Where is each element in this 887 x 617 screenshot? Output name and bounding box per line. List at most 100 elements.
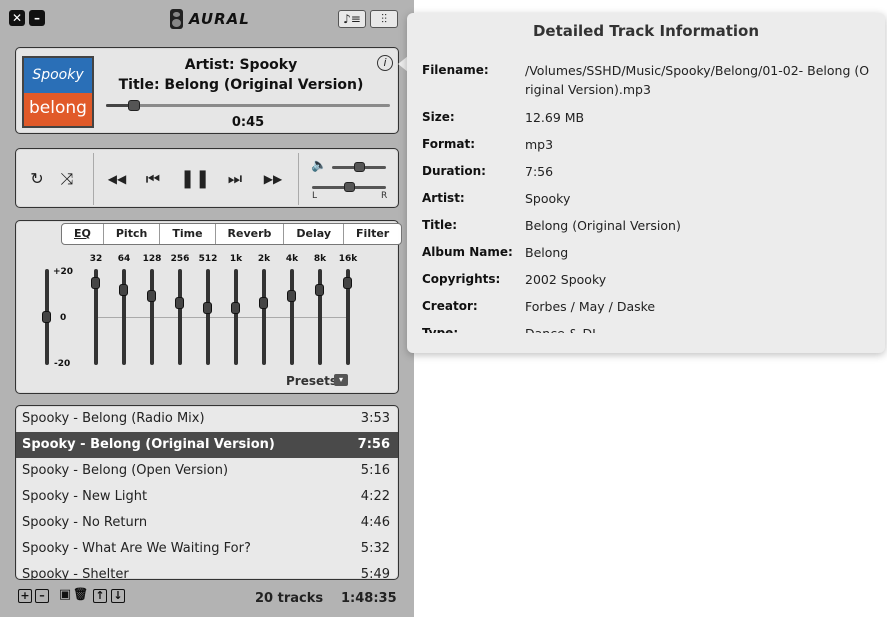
track-info-fields: Filename: /Volumes/SSHD/Music/Spooky/Belo… — [407, 61, 885, 333]
track-name: Spooky - Shelter — [22, 567, 129, 580]
elapsed-time: 0:45 — [231, 115, 265, 130]
eq-band-slider[interactable] — [343, 269, 352, 365]
balance-slider[interactable] — [312, 182, 386, 192]
playlist-row[interactable]: Spooky - Belong (Radio Mix) 3:53 — [16, 406, 398, 432]
track-duration: 3:53 — [360, 411, 390, 426]
effects-toggle-button[interactable]: ⫶⫶ — [370, 10, 398, 28]
previous-track-icon[interactable]: ⏮ — [140, 167, 166, 191]
rewind-icon[interactable]: ◀◀ — [104, 167, 130, 191]
eq-band-slider[interactable] — [287, 269, 296, 365]
presets-label: Presets — [286, 374, 338, 388]
eq-band-slider[interactable] — [147, 269, 156, 365]
track-name: Spooky - Belong (Original Version) — [22, 437, 275, 452]
eq-band-knob[interactable] — [259, 296, 268, 309]
fast-forward-icon[interactable]: ▶▶ — [260, 167, 286, 191]
album-art: Spooky belong — [22, 56, 94, 128]
preamp-zero-label: 0 — [60, 313, 67, 323]
eq-band-slider[interactable] — [175, 269, 184, 365]
eq-band-slider[interactable] — [259, 269, 268, 365]
app-title: AURAL — [170, 7, 250, 31]
tab-reverb[interactable]: Reverb — [216, 224, 285, 244]
add-tracks-icon[interactable]: + — [18, 589, 32, 603]
speaker-logo-icon — [170, 9, 183, 29]
eq-band-slider[interactable] — [231, 269, 240, 365]
playlist-panel: Spooky - Belong (Radio Mix) 3:53 Spooky - … — [15, 405, 399, 580]
playlist-row[interactable]: Spooky - Shelter 5:49 — [16, 562, 398, 580]
track-duration: 7:56 — [357, 437, 390, 452]
eq-band-knob[interactable] — [119, 284, 128, 297]
volume-icon[interactable]: 🔈 — [311, 158, 327, 173]
track-info-popover: Detailed Track Information Filename: /Vol… — [407, 13, 885, 353]
eq-band-label: 32 — [89, 254, 103, 264]
eq-band-label: 16k — [338, 254, 358, 264]
tab-filter[interactable]: Filter — [344, 224, 401, 244]
eq-zero-line — [96, 317, 348, 318]
seek-bar[interactable] — [106, 100, 390, 111]
presets-dropdown-button[interactable]: ▾ — [334, 374, 348, 386]
track-count: 20 tracks — [255, 591, 324, 606]
volume-knob[interactable] — [354, 162, 365, 172]
playlist-row[interactable]: Spooky - Belong (Open Version) 5:16 — [16, 458, 398, 484]
seek-knob[interactable] — [128, 100, 141, 111]
preamp-knob[interactable] — [42, 311, 51, 323]
info-field-value: 7:56 — [525, 164, 554, 179]
tab-eq[interactable]: EQ — [62, 224, 104, 244]
app-name: AURAL — [189, 10, 250, 28]
minimize-button[interactable]: – — [29, 10, 45, 26]
eq-band-label: 512 — [198, 254, 218, 264]
tab-pitch[interactable]: Pitch — [104, 224, 161, 244]
info-field-label: Title: — [422, 218, 458, 232]
track-duration: 5:32 — [360, 541, 390, 556]
remove-tracks-icon[interactable]: – — [35, 589, 49, 603]
eq-band-knob[interactable] — [147, 289, 156, 302]
preamp-slider[interactable] — [42, 269, 51, 365]
move-up-icon[interactable]: ↑ — [93, 589, 107, 603]
info-field-label: Type: — [422, 326, 459, 333]
info-field-value: mp3 — [525, 137, 554, 152]
playlist-row[interactable]: Spooky - No Return 4:46 — [16, 510, 398, 536]
eq-band-slider[interactable] — [91, 269, 100, 365]
playlist-row[interactable]: Spooky - What Are We Waiting For? 5:32 — [16, 536, 398, 562]
close-button[interactable]: ✕ — [9, 10, 25, 26]
eq-band-slider[interactable] — [119, 269, 128, 365]
eq-band-knob[interactable] — [287, 289, 296, 302]
playlist-row[interactable]: Spooky - Belong (Original Version) 7:56 — [16, 432, 398, 458]
eq-band-knob[interactable] — [175, 296, 184, 309]
tab-time[interactable]: Time — [160, 224, 216, 244]
info-field-value: /Volumes/SSHD/Music/Spooky/Belong/01-02-… — [525, 63, 870, 97]
now-playing-artist: Artist: Spooky — [184, 57, 298, 73]
eq-band-knob[interactable] — [343, 277, 352, 290]
shuffle-icon[interactable]: ⤨ — [54, 167, 80, 191]
eq-band-knob[interactable] — [203, 302, 212, 315]
eq-band-label: 1k — [229, 254, 243, 264]
move-down-icon[interactable]: ↓ — [111, 589, 125, 603]
pause-icon[interactable]: ❚❚ — [180, 167, 210, 191]
eq-band-label: 4k — [285, 254, 299, 264]
clear-playlist-icon[interactable]: 🗑 — [73, 588, 88, 603]
save-playlist-icon[interactable]: ▣ — [58, 588, 72, 603]
balance-knob[interactable] — [344, 182, 355, 192]
divider — [93, 153, 94, 205]
album-art-artist: Spooky — [24, 58, 92, 93]
playlist-toggle-button[interactable]: ♪≡ — [338, 10, 366, 28]
eq-band-knob[interactable] — [91, 277, 100, 290]
track-duration: 4:22 — [360, 489, 390, 504]
track-name: Spooky - Belong (Radio Mix) — [22, 411, 205, 426]
eq-band-knob[interactable] — [231, 302, 240, 315]
repeat-icon[interactable]: ↻ — [26, 167, 48, 191]
info-icon[interactable]: i — [377, 55, 393, 71]
info-field-label: Artist: — [422, 191, 465, 205]
tab-delay[interactable]: Delay — [284, 224, 345, 244]
info-field-value: 12.69 MB — [525, 110, 585, 125]
playlist-row[interactable]: Spooky - New Light 4:22 — [16, 484, 398, 510]
preamp-min-label: -20 — [54, 359, 71, 369]
eq-band-slider[interactable] — [203, 269, 212, 365]
info-field-value: Spooky — [525, 191, 571, 206]
volume-slider[interactable] — [332, 162, 386, 172]
next-track-icon[interactable]: ⏭ — [222, 167, 248, 191]
album-art-album: belong — [24, 93, 92, 126]
track-duration: 4:46 — [360, 515, 390, 530]
eq-band-knob[interactable] — [315, 284, 324, 297]
eq-band-slider[interactable] — [315, 269, 324, 365]
balance-right-label: R — [381, 191, 388, 201]
